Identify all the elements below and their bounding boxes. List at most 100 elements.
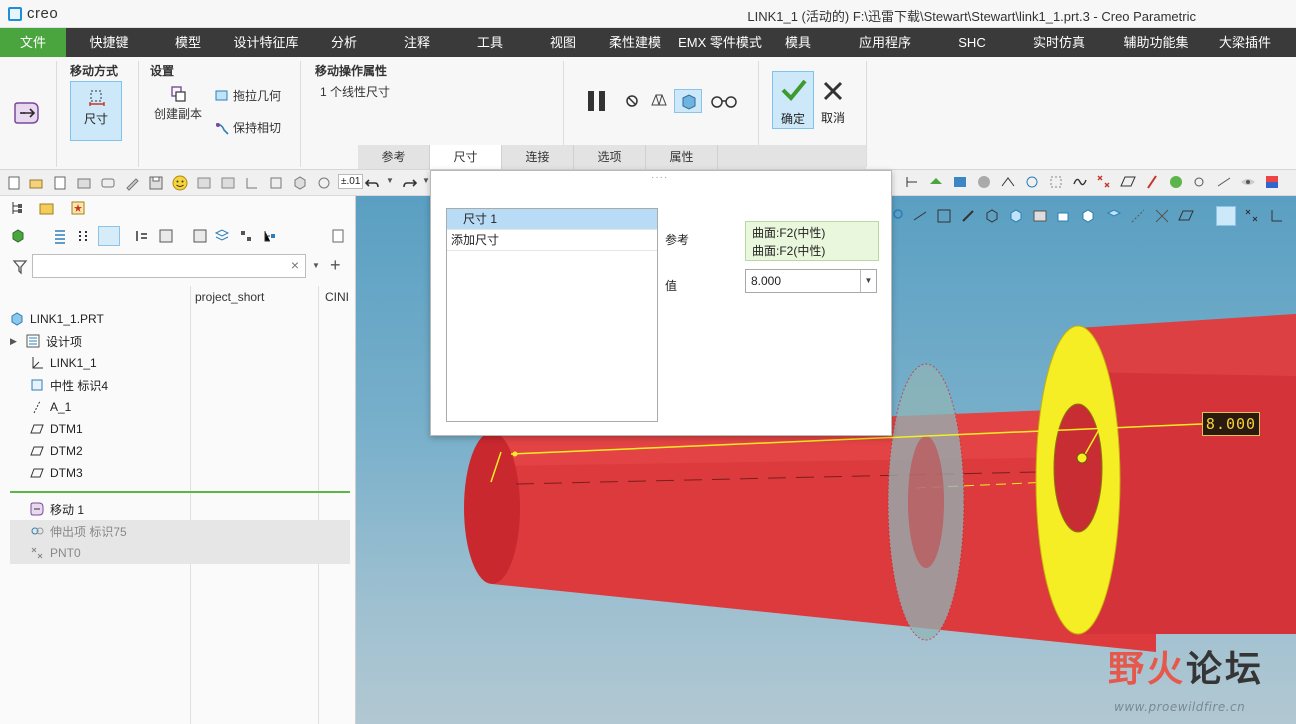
columns-icon[interactable] bbox=[134, 228, 150, 244]
menu-model[interactable]: 模型 bbox=[152, 28, 224, 57]
point-display-icon[interactable] bbox=[1244, 208, 1260, 224]
shade-icon[interactable] bbox=[960, 208, 976, 224]
layer-view-icon[interactable] bbox=[1106, 208, 1122, 224]
menu-feature-library[interactable]: 设计特征库 bbox=[224, 28, 308, 57]
page-icon[interactable] bbox=[52, 175, 68, 191]
folder-browser-tab-icon[interactable] bbox=[38, 200, 56, 216]
tab-dimensions[interactable]: 尺寸 bbox=[430, 145, 502, 169]
new-file-icon[interactable] bbox=[6, 175, 22, 191]
solid-preview-button[interactable] bbox=[674, 89, 702, 113]
tree-item-pnt0[interactable]: PNT0 bbox=[10, 542, 350, 564]
menu-annotate[interactable]: 注释 bbox=[380, 28, 454, 57]
insert-indicator[interactable] bbox=[10, 491, 350, 493]
saved-views-icon[interactable] bbox=[1008, 208, 1024, 224]
eye-icon[interactable] bbox=[1240, 174, 1256, 190]
drag-geometry-button[interactable]: 拖拉几何 bbox=[214, 87, 281, 104]
view-icon-2[interactable] bbox=[928, 174, 944, 190]
cube-icon[interactable] bbox=[292, 175, 308, 191]
menu-beam-plugin[interactable]: 大梁插件 bbox=[1194, 28, 1296, 57]
folder-icon[interactable] bbox=[76, 175, 92, 191]
view-icon-6[interactable] bbox=[1024, 174, 1040, 190]
param-icon[interactable] bbox=[268, 175, 284, 191]
orient-icon[interactable] bbox=[1056, 208, 1072, 224]
view-icon-1[interactable] bbox=[904, 174, 920, 190]
redo-icon[interactable] bbox=[402, 175, 418, 191]
favorites-tab-icon[interactable] bbox=[70, 200, 86, 216]
plane-icon[interactable] bbox=[1120, 174, 1136, 190]
regenerate-icon[interactable] bbox=[196, 175, 212, 191]
add-dimension-item[interactable]: 添加尺寸 bbox=[447, 230, 657, 251]
undo-dropdown-icon[interactable]: ▼ bbox=[386, 176, 394, 185]
menu-applications[interactable]: 应用程序 bbox=[826, 28, 944, 57]
tab-references[interactable]: 参考 bbox=[358, 145, 430, 169]
precision-field[interactable]: ±.01 bbox=[338, 174, 364, 189]
no-preview-icon[interactable] bbox=[624, 93, 640, 109]
cylinder-end-face[interactable] bbox=[464, 432, 520, 584]
menu-shortcuts[interactable]: 快捷键 bbox=[66, 28, 152, 57]
pattern-icon[interactable] bbox=[238, 228, 254, 244]
add-filter-icon[interactable]: + bbox=[330, 255, 341, 276]
drag-handle[interactable] bbox=[1076, 452, 1088, 464]
tree-tool-icon[interactable] bbox=[244, 175, 260, 191]
glasses-icon[interactable] bbox=[710, 93, 738, 109]
menu-realtime-sim[interactable]: 实时仿真 bbox=[1000, 28, 1118, 57]
wireframe-icon[interactable] bbox=[912, 208, 928, 224]
sphere-icon[interactable] bbox=[1168, 174, 1184, 190]
redo-dropdown-icon[interactable]: ▼ bbox=[422, 176, 430, 185]
menu-mold[interactable]: 模具 bbox=[770, 28, 826, 57]
refit-icon[interactable] bbox=[936, 208, 952, 224]
menu-analysis[interactable]: 分析 bbox=[308, 28, 380, 57]
view-icon-4[interactable] bbox=[976, 174, 992, 190]
keep-tangent-button[interactable]: 保持相切 bbox=[214, 119, 281, 136]
ok-button[interactable]: 确定 bbox=[772, 71, 814, 129]
layers-stack-icon[interactable] bbox=[214, 228, 230, 244]
annotation-display-button[interactable] bbox=[1216, 206, 1236, 226]
tree-item-dtm1[interactable]: DTM1 bbox=[10, 418, 350, 440]
repaint-icon[interactable] bbox=[316, 175, 332, 191]
tree-item-move[interactable]: 移动 1 bbox=[10, 498, 350, 520]
view-icon-7[interactable] bbox=[1048, 174, 1064, 190]
tree-item-neutral[interactable]: 中性 标识4 bbox=[10, 374, 350, 396]
tree-item-axis[interactable]: A_1 bbox=[10, 396, 350, 418]
tree-item-part[interactable]: LINK1_1.PRT bbox=[10, 308, 350, 330]
undo-icon[interactable] bbox=[364, 175, 380, 191]
expand-arrow-icon[interactable]: ▶ bbox=[10, 336, 20, 347]
regen-manager-icon[interactable] bbox=[220, 175, 236, 191]
create-copy-button[interactable]: 创建副本 bbox=[154, 85, 202, 122]
tree-dots-icon[interactable] bbox=[76, 228, 92, 244]
zoom-icon[interactable] bbox=[892, 208, 906, 222]
hide-icon[interactable] bbox=[1216, 174, 1232, 190]
plane-display-icon[interactable] bbox=[1178, 208, 1194, 224]
tree-search-input[interactable]: × bbox=[32, 254, 306, 278]
filter-icon[interactable] bbox=[12, 259, 28, 275]
box-icon[interactable] bbox=[984, 208, 1000, 224]
reference-collector[interactable]: 曲面:F2(中性) 曲面:F2(中性) bbox=[745, 221, 879, 261]
menu-view[interactable]: 视图 bbox=[526, 28, 600, 57]
message-icon[interactable] bbox=[100, 175, 116, 191]
export-icon[interactable] bbox=[330, 228, 346, 244]
value-input[interactable]: 8.000 ▼ bbox=[745, 269, 877, 293]
spline-icon[interactable] bbox=[1072, 174, 1088, 190]
show-icon[interactable] bbox=[10, 228, 26, 244]
tree-item-design-items[interactable]: ▶ 设计项 bbox=[10, 330, 350, 352]
pause-icon[interactable] bbox=[584, 89, 610, 113]
tree-item-dtm3[interactable]: DTM3 bbox=[10, 462, 350, 484]
search-dropdown-icon[interactable]: ▼ bbox=[312, 261, 320, 270]
model-tree-tab-icon[interactable] bbox=[10, 200, 26, 216]
column-cini[interactable]: CINI bbox=[325, 286, 349, 308]
menu-flexible-modeling[interactable]: 柔性建模 bbox=[600, 28, 670, 57]
dimension-1-item[interactable]: 尺寸 1 bbox=[447, 209, 657, 230]
layer-icon[interactable] bbox=[192, 228, 208, 244]
appearance-icon[interactable] bbox=[1264, 174, 1280, 190]
menu-tools[interactable]: 工具 bbox=[454, 28, 526, 57]
menu-shc[interactable]: SHC bbox=[944, 28, 1000, 57]
tree-settings-icon[interactable] bbox=[158, 228, 174, 244]
dimension-value-tag[interactable]: 8.000 bbox=[1202, 412, 1260, 436]
clear-search-icon[interactable]: × bbox=[291, 257, 299, 273]
datum-display-icon[interactable] bbox=[1130, 208, 1146, 224]
points-icon[interactable] bbox=[1096, 174, 1112, 190]
edit-icon[interactable] bbox=[124, 175, 140, 191]
spin-center-icon[interactable] bbox=[1080, 208, 1096, 224]
save-icon[interactable] bbox=[148, 175, 164, 191]
dimension-move-button[interactable]: 尺寸 bbox=[70, 81, 122, 141]
